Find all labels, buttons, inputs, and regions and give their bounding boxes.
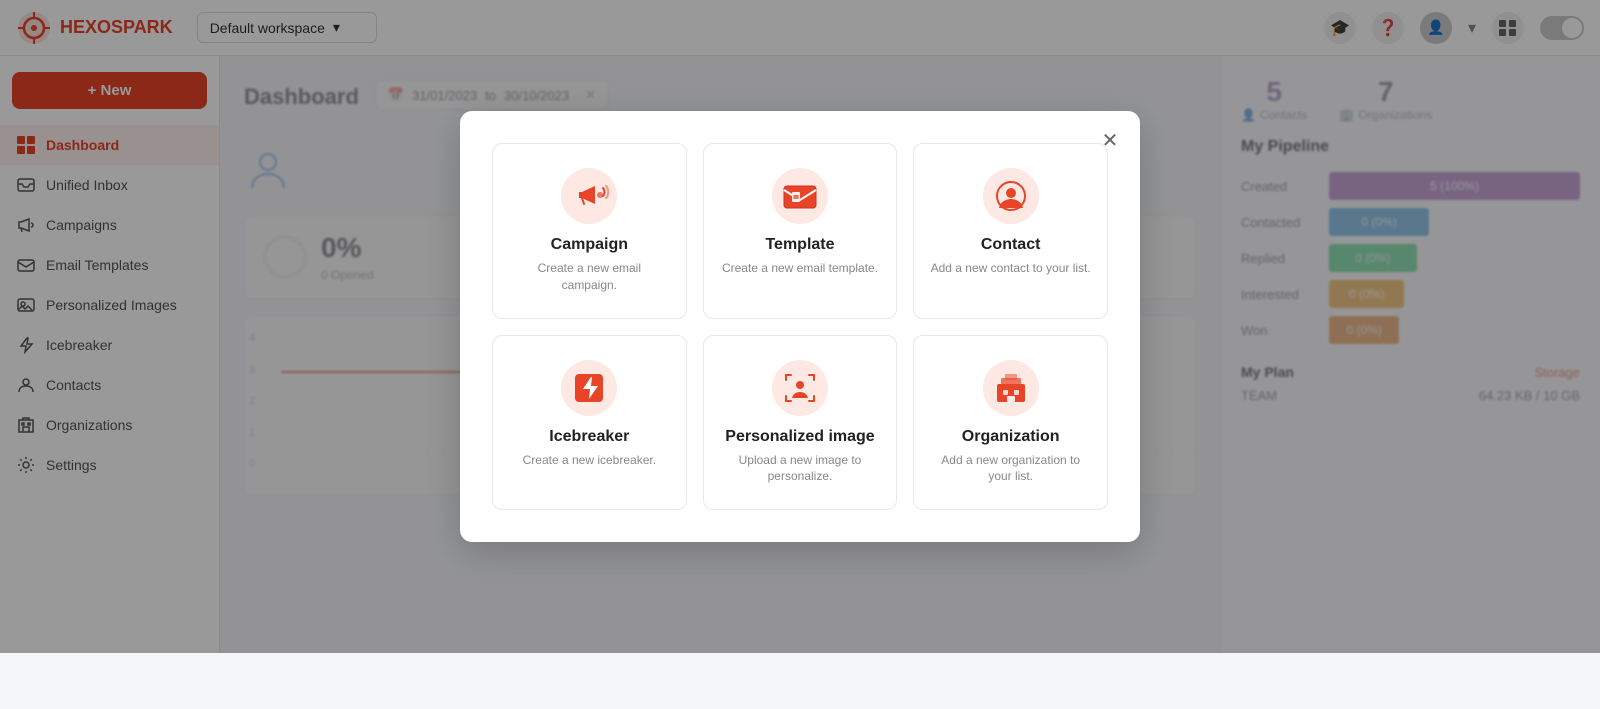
- modal-card-personalized-image[interactable]: Personalized image Upload a new image to…: [703, 335, 898, 511]
- modal-card-desc-organization: Add a new organization to your list.: [930, 452, 1091, 486]
- modal-card-desc-template: Create a new email template.: [720, 260, 881, 277]
- modal-grid: Campaign Create a new email campaign. Te…: [492, 143, 1108, 510]
- modal-card-icon-organization: [930, 360, 1091, 416]
- modal-card-icon-campaign: [509, 168, 670, 224]
- modal: ✕ Campaign Create a new email campaign. …: [460, 111, 1140, 542]
- modal-card-desc-personalized-image: Upload a new image to personalize.: [720, 452, 881, 486]
- modal-card-icon-personalized-image: [720, 360, 881, 416]
- modal-card-icebreaker[interactable]: Icebreaker Create a new icebreaker.: [492, 335, 687, 511]
- modal-card-desc-contact: Add a new contact to your list.: [930, 260, 1091, 277]
- modal-overlay[interactable]: ✕ Campaign Create a new email campaign. …: [0, 0, 1600, 653]
- modal-card-icon-template: [720, 168, 881, 224]
- modal-card-icon-contact: [930, 168, 1091, 224]
- modal-card-title-template: Template: [720, 236, 881, 254]
- modal-card-organization[interactable]: Organization Add a new organization to y…: [913, 335, 1108, 511]
- modal-card-desc-campaign: Create a new email campaign.: [509, 260, 670, 294]
- modal-card-desc-icebreaker: Create a new icebreaker.: [509, 452, 670, 469]
- modal-close-button[interactable]: ✕: [1096, 127, 1124, 155]
- modal-card-template[interactable]: Template Create a new email template.: [703, 143, 898, 319]
- modal-card-title-personalized-image: Personalized image: [720, 428, 881, 446]
- modal-card-contact[interactable]: Contact Add a new contact to your list.: [913, 143, 1108, 319]
- modal-card-title-contact: Contact: [930, 236, 1091, 254]
- modal-card-title-icebreaker: Icebreaker: [509, 428, 670, 446]
- modal-card-title-organization: Organization: [930, 428, 1091, 446]
- modal-card-icon-icebreaker: [509, 360, 670, 416]
- modal-card-title-campaign: Campaign: [509, 236, 670, 254]
- modal-card-campaign[interactable]: Campaign Create a new email campaign.: [492, 143, 687, 319]
